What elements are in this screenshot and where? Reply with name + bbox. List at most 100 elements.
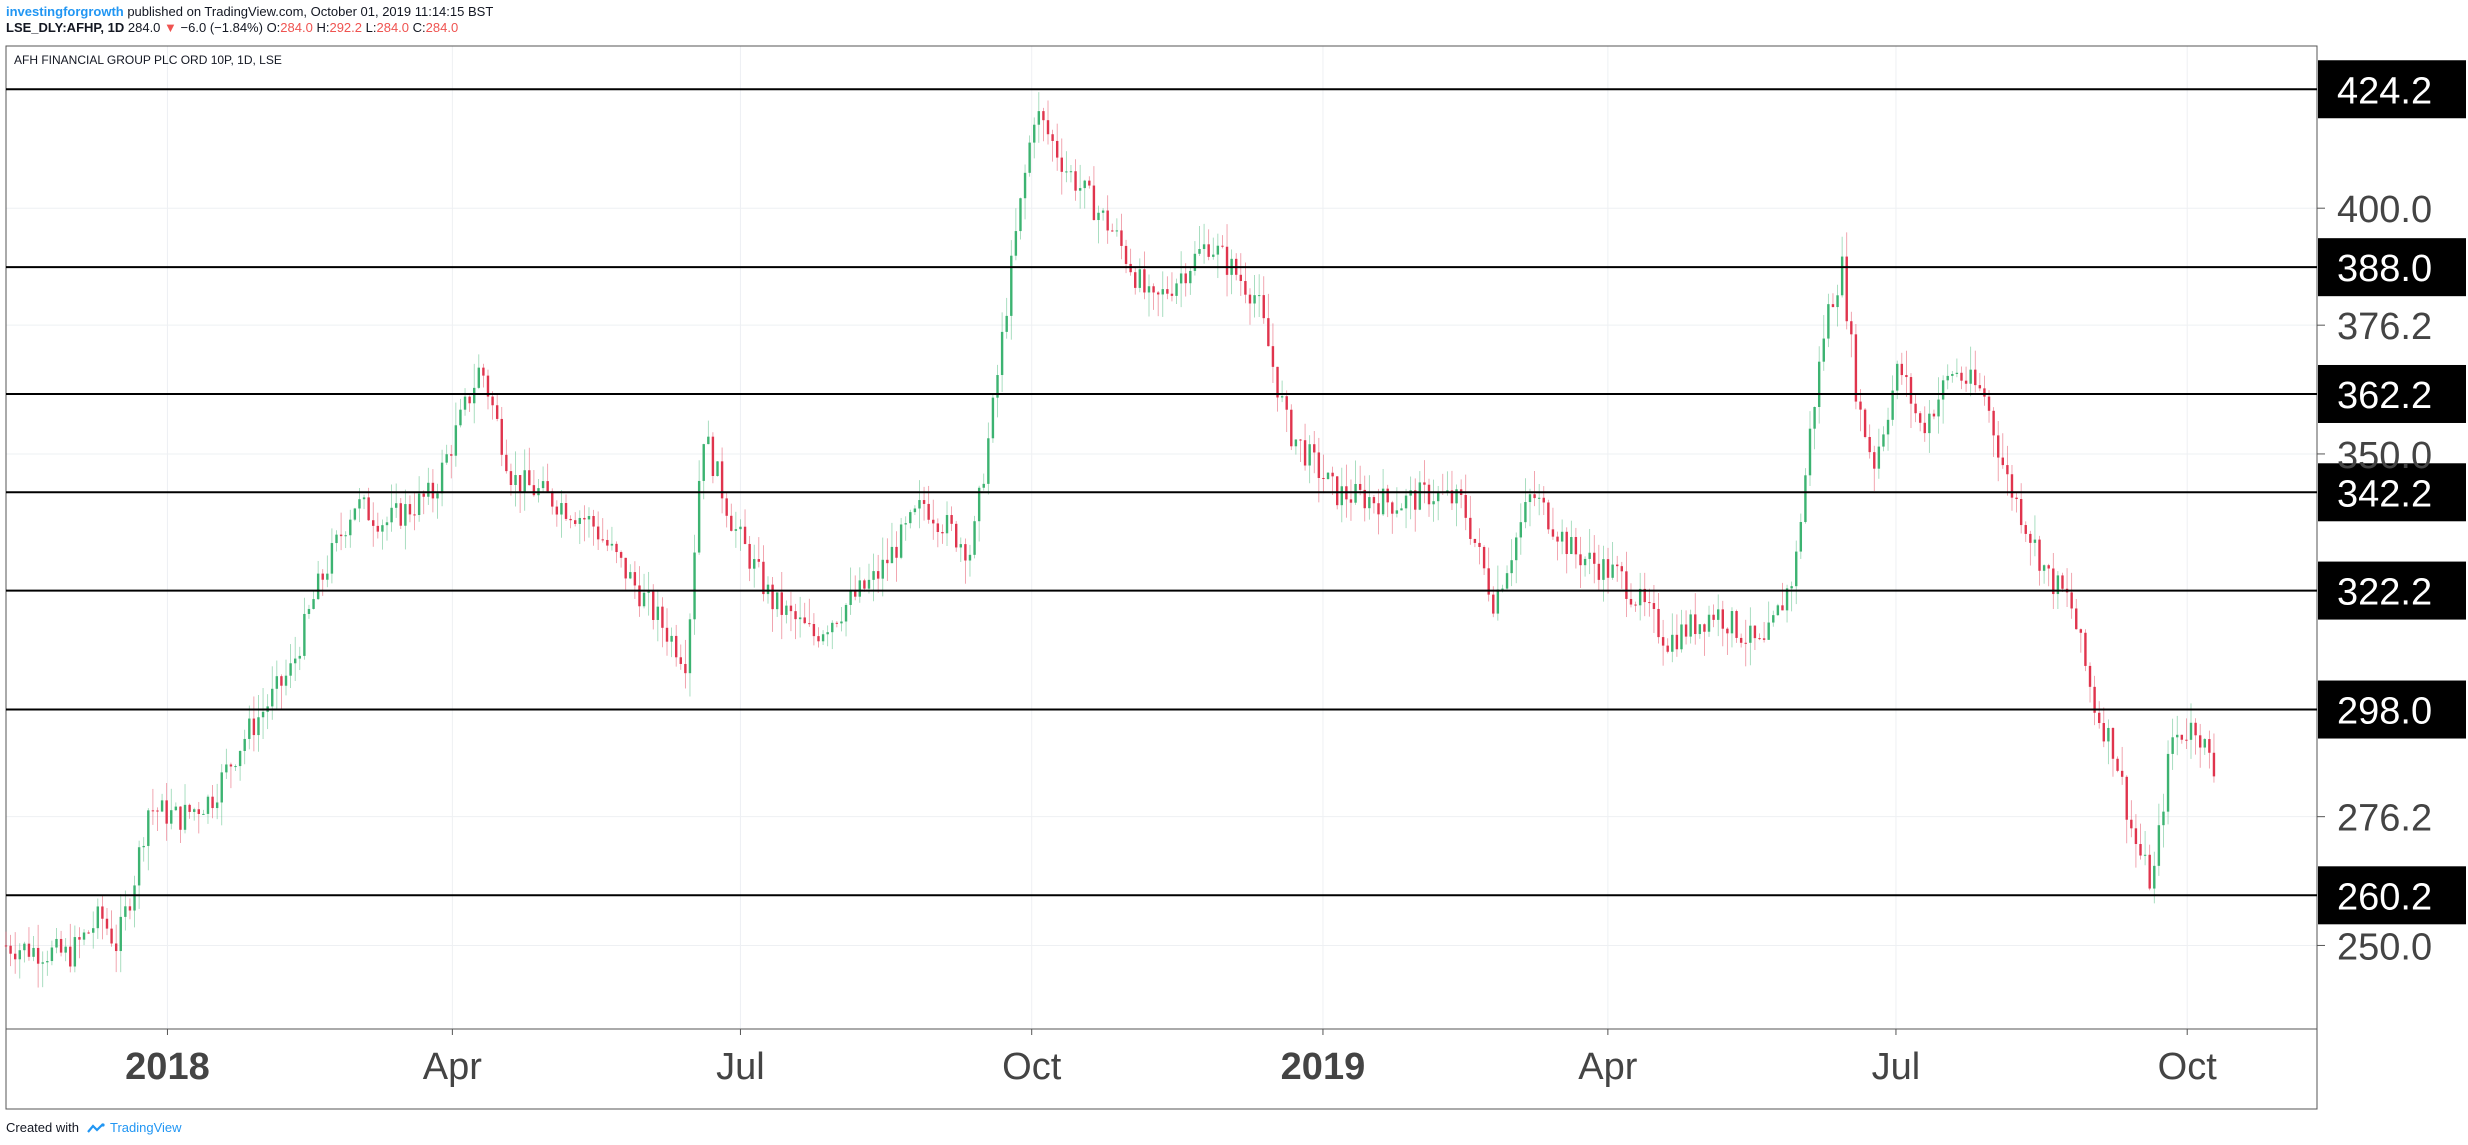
candle-body — [1060, 157, 1063, 172]
candle-body — [1046, 120, 1050, 135]
candle-body — [574, 520, 577, 524]
candle-body — [82, 932, 86, 940]
candle-body — [652, 591, 655, 620]
candle-body — [2006, 465, 2009, 475]
candle-body — [1813, 406, 1816, 429]
candle-body — [1597, 563, 1601, 580]
candle-body — [1193, 253, 1197, 271]
candle-body — [1418, 482, 1422, 510]
candle-body — [1850, 321, 1853, 335]
candle-body — [1083, 180, 1086, 189]
candle-body — [316, 573, 320, 600]
candle-body — [2212, 752, 2216, 777]
candle-body — [298, 655, 301, 659]
candle-body — [1028, 142, 1031, 173]
candle-body — [1528, 494, 1532, 503]
candle-body — [128, 906, 132, 911]
candle-body — [32, 947, 35, 957]
candle-body — [775, 592, 779, 610]
candle-body — [656, 606, 660, 620]
candle-body — [27, 943, 31, 957]
candle-body — [1515, 537, 1518, 561]
price-chart[interactable]: AFH FINANCIAL GROUP PLC ORD 10P, 1D, LSE… — [0, 0, 2468, 1145]
candle-body — [1707, 614, 1711, 632]
candle-body — [1983, 388, 1986, 397]
candle-body — [427, 482, 430, 497]
candle-body — [2111, 727, 2115, 759]
candle-body — [1859, 401, 1862, 410]
candle-body — [808, 623, 811, 625]
candle-body — [1179, 273, 1183, 284]
candle-body — [1051, 134, 1054, 141]
candle-body — [1790, 586, 1793, 589]
candle-body — [1551, 529, 1555, 537]
candle-body — [408, 504, 412, 515]
candle-body — [55, 938, 58, 948]
candle-body — [119, 916, 122, 952]
candle-body — [1326, 472, 1330, 480]
candle-body — [753, 559, 756, 569]
candle-body — [78, 937, 81, 940]
candle-body — [1152, 286, 1155, 293]
candle-body — [615, 543, 618, 553]
candle-body — [1464, 494, 1467, 518]
candle-body — [840, 621, 843, 624]
candle-body — [13, 953, 17, 960]
candle-body — [812, 624, 816, 637]
candle-body — [945, 515, 949, 534]
candle-body — [739, 526, 742, 530]
candle-body — [624, 557, 627, 579]
time-tick-label: Oct — [1002, 1046, 1062, 1088]
candle-body — [821, 634, 825, 642]
candle-body — [477, 367, 481, 388]
candle-body — [1583, 558, 1587, 566]
candle-body — [381, 525, 384, 532]
candle-body — [858, 580, 862, 597]
candle-body — [18, 950, 21, 960]
candle-body — [170, 810, 173, 824]
candle-body — [1951, 374, 1954, 376]
candle-body — [1753, 625, 1757, 639]
candle-body — [1726, 628, 1729, 634]
candle-body — [2088, 665, 2092, 687]
candle-body — [1078, 188, 1082, 191]
candle-body — [2208, 739, 2211, 753]
candle-body — [1161, 289, 1164, 295]
level-label: 388.0 — [2337, 248, 2432, 290]
candle-body — [473, 387, 476, 404]
candle-body — [2171, 737, 2174, 754]
candle-body — [734, 529, 738, 531]
candle-body — [1652, 603, 1656, 609]
candle-body — [1969, 369, 1972, 384]
plot-border — [5, 45, 2318, 1110]
candle-body — [2010, 474, 2014, 498]
candle-body — [431, 482, 435, 499]
candle-body — [1574, 537, 1578, 555]
candle-body — [725, 498, 728, 516]
candle-body — [798, 617, 802, 620]
candle-body — [1680, 624, 1683, 650]
candle-body — [2148, 854, 2151, 889]
candle-body — [528, 470, 531, 486]
candle-body — [174, 806, 178, 811]
candle-body — [1496, 589, 1500, 614]
candle-body — [2038, 539, 2041, 571]
candle-body — [2029, 533, 2032, 543]
candle-body — [41, 962, 44, 964]
candle-body — [156, 810, 159, 812]
candle-body — [1698, 624, 1702, 635]
candle-body — [1267, 318, 1270, 347]
candle-body — [1175, 283, 1178, 296]
candle-body — [1671, 634, 1674, 652]
candle-body — [2097, 712, 2101, 724]
tradingview-link[interactable]: TradingView — [110, 1120, 182, 1135]
candle-body — [376, 525, 380, 532]
candle-body — [202, 813, 205, 815]
candle-body — [1124, 245, 1128, 264]
candle-body — [220, 772, 223, 803]
candle-body — [835, 622, 839, 624]
candle-body — [339, 534, 343, 537]
candle-body — [1257, 295, 1261, 297]
candle-body — [1831, 304, 1835, 308]
candle-body — [1106, 210, 1109, 231]
